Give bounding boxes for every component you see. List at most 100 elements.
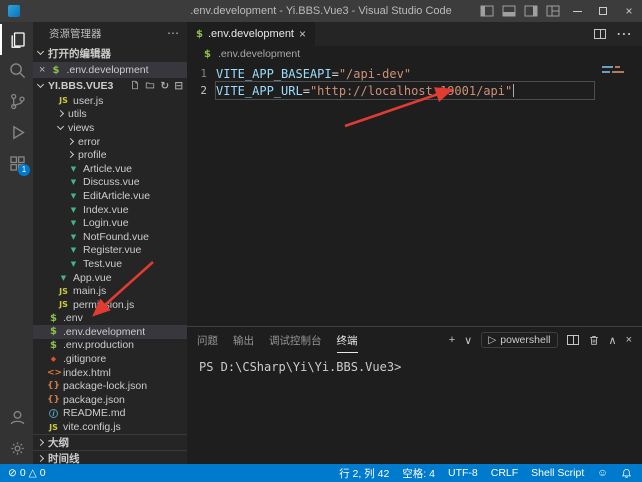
problems-status[interactable]: ⊘ 0 △ 0 [8, 467, 46, 479]
tree-item-.env.development[interactable]: $ .env.development [33, 325, 187, 339]
tree-item-.env[interactable]: $ .env [33, 312, 187, 326]
file-type-icon: $ [47, 313, 60, 324]
editor-tab[interactable]: $ .env.development × [187, 22, 315, 46]
account-icon[interactable] [0, 402, 33, 433]
file-type-icon: ▼ [67, 165, 80, 173]
tree-item-main.js[interactable]: JS main.js [33, 284, 187, 298]
editor-area: $ .env.development × ⋯ $ .env.developmen… [187, 22, 642, 464]
editor-tab-bar: $ .env.development × ⋯ [187, 22, 642, 46]
open-editor-item[interactable]: × $ .env.development [33, 62, 187, 78]
maximize-panel-icon[interactable]: ∧ [609, 334, 617, 347]
tree-item-Discuss.vue[interactable]: ▼ Discuss.vue [33, 176, 187, 190]
close-editor-icon[interactable]: × [39, 64, 45, 76]
cursor-position[interactable]: 行 2, 列 42 [339, 466, 389, 481]
toggle-panel-icon[interactable] [498, 0, 520, 22]
tree-item-views[interactable]: views [33, 121, 187, 135]
breadcrumb[interactable]: $ .env.development [187, 46, 642, 62]
tree-item-vite.config.js[interactable]: JS vite.config.js [33, 420, 187, 434]
breadcrumb-file: .env.development [218, 48, 300, 60]
tree-item-App.vue[interactable]: ▼ App.vue [33, 271, 187, 285]
tree-item-Article.vue[interactable]: ▼ Article.vue [33, 162, 187, 176]
tree-item-Test.vue[interactable]: ▼ Test.vue [33, 257, 187, 271]
tree-item-permission.js[interactable]: JS permission.js [33, 298, 187, 312]
terminal-output[interactable]: PS D:\CSharp\Yi\Yi.BBS.Vue3> [187, 353, 642, 464]
code-line[interactable]: 1 VITE_APP_BASEAPI="/api-dev" [187, 65, 594, 82]
close-tab-icon[interactable]: × [299, 27, 306, 41]
settings-gear-icon[interactable] [0, 433, 33, 464]
file-name: main.js [73, 285, 106, 297]
tree-item-utils[interactable]: utils [33, 108, 187, 122]
sidebar-title-label: 资源管理器 [49, 26, 102, 41]
run-debug-icon[interactable] [0, 117, 33, 148]
indentation-status[interactable]: 空格: 4 [402, 466, 435, 481]
tree-item-Register.vue[interactable]: ▼ Register.vue [33, 244, 187, 258]
shell-selector[interactable]: ▷ powershell [481, 332, 557, 348]
new-terminal-icon[interactable]: + [449, 334, 455, 346]
tree-item-Index.vue[interactable]: ▼ Index.vue [33, 203, 187, 217]
chevron-right-icon [37, 455, 45, 463]
code-line[interactable]: 2 VITE_APP_URL="http://localhost:19001/a… [187, 82, 594, 99]
close-window-button[interactable]: × [616, 0, 642, 22]
tree-item-EditArticle.vue[interactable]: ▼ EditArticle.vue [33, 189, 187, 203]
source-control-icon[interactable] [0, 86, 33, 117]
split-terminal-icon[interactable] [567, 335, 579, 345]
file-name: views [68, 122, 94, 134]
file-type-icon: ▼ [67, 192, 80, 200]
bottom-panel: 问题输出调试控制台终端 + ∨ ▷ powershell ∧ × [187, 326, 642, 464]
file-type-icon: ▼ [67, 206, 80, 214]
panel-tab-问题[interactable]: 问题 [197, 328, 218, 353]
new-folder-icon[interactable] [145, 80, 155, 92]
extensions-icon[interactable]: 1 [0, 148, 33, 179]
encoding-status[interactable]: UTF-8 [448, 467, 478, 479]
new-file-icon[interactable] [130, 80, 140, 92]
panel-tab-调试控制台[interactable]: 调试控制台 [269, 328, 322, 353]
editor-more-actions-icon[interactable]: ⋯ [616, 24, 632, 44]
tree-item-.gitignore[interactable]: ◆ .gitignore [33, 352, 187, 366]
minimize-button[interactable] [564, 0, 590, 22]
file-type-icon: JS [57, 287, 70, 296]
collapse-all-icon[interactable]: ⊟ [174, 80, 183, 92]
tree-item-profile[interactable]: profile [33, 148, 187, 162]
terminal-prompt: PS D:\CSharp\Yi\Yi.BBS.Vue3> [199, 360, 401, 374]
toggle-secondary-sidebar-icon[interactable] [520, 0, 542, 22]
code-editor[interactable]: 1 VITE_APP_BASEAPI="/api-dev" 2 VITE_APP… [187, 62, 642, 326]
feedback-smiley-icon[interactable]: ☺ [597, 467, 608, 479]
tree-item-package.json[interactable]: {} package.json [33, 393, 187, 407]
chevron-down-icon [37, 49, 45, 57]
close-panel-icon[interactable]: × [626, 334, 632, 346]
terminal-dropdown-icon[interactable]: ∨ [464, 334, 472, 347]
panel-tab-输出[interactable]: 输出 [233, 328, 254, 353]
customize-layout-icon[interactable] [542, 0, 564, 22]
file-type-icon: ▼ [67, 178, 80, 186]
tree-item-NotFound.vue[interactable]: ▼ NotFound.vue [33, 230, 187, 244]
tree-item-.env.production[interactable]: $ .env.production [33, 339, 187, 353]
open-editors-section-header[interactable]: 打开的编辑器 [33, 44, 187, 62]
project-section-header[interactable]: YI.BBS.VUE3 ↻ ⊟ [33, 78, 187, 94]
notifications-bell-icon[interactable] [621, 468, 632, 479]
file-name: Test.vue [83, 258, 122, 270]
refresh-icon[interactable]: ↻ [160, 80, 169, 92]
eol-status[interactable]: CRLF [491, 467, 518, 479]
search-icon[interactable] [0, 55, 33, 86]
minimap[interactable] [602, 66, 632, 76]
tree-item-package-lock.json[interactable]: {} package-lock.json [33, 379, 187, 393]
tree-item-error[interactable]: error [33, 135, 187, 149]
file-name: Register.vue [83, 244, 141, 256]
panel-tab-终端[interactable]: 终端 [337, 328, 358, 353]
tree-item-README.md[interactable]: i README.md [33, 407, 187, 421]
file-name: Index.vue [83, 204, 129, 216]
explorer-icon[interactable] [0, 24, 33, 55]
folder-chevron-icon [57, 124, 65, 132]
outline-section-header[interactable]: 大纲 [33, 434, 187, 450]
sidebar-more-actions-icon[interactable]: ⋯ [167, 26, 179, 40]
tree-item-index.html[interactable]: <> index.html [33, 366, 187, 380]
tree-item-user.js[interactable]: JS user.js [33, 94, 187, 108]
kill-terminal-icon[interactable] [588, 334, 600, 346]
tree-item-Login.vue[interactable]: ▼ Login.vue [33, 216, 187, 230]
toggle-sidebar-icon[interactable] [476, 0, 498, 22]
split-editor-icon[interactable] [594, 29, 606, 39]
file-name: .env [63, 312, 83, 324]
language-mode[interactable]: Shell Script [531, 467, 584, 479]
file-name: package.json [63, 394, 125, 406]
maximize-button[interactable] [590, 0, 616, 22]
